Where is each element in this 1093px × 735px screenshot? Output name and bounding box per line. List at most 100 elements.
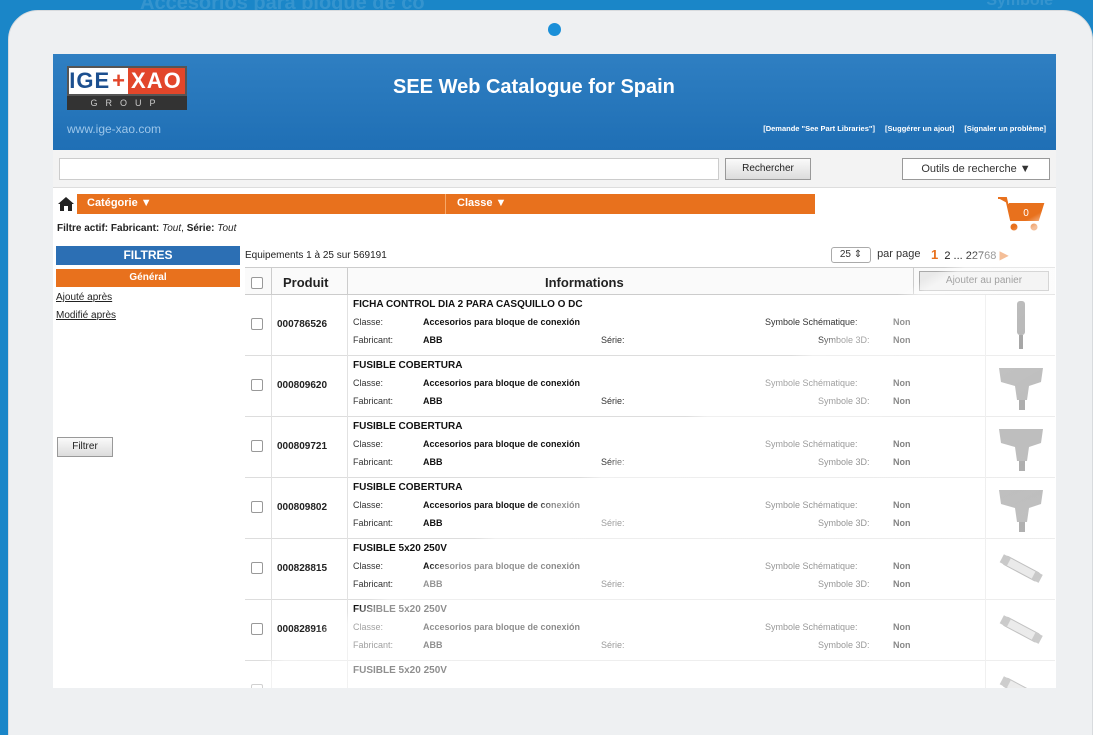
fabricant-label: Fabricant:	[353, 457, 394, 467]
classe-label: Classe:	[353, 500, 384, 510]
product-code[interactable]: 000828815	[277, 563, 327, 574]
per-page-label: par page	[877, 248, 921, 260]
filter-modified-after[interactable]: Modifié après	[56, 310, 116, 321]
filter-button[interactable]: Filtrer	[57, 437, 113, 457]
table-row[interactable]: 000809721 FUSIBLE COBERTURA Classe: Accesor…	[245, 417, 1055, 478]
product-name[interactable]: FUSIBLE 5x20 250V	[353, 604, 447, 615]
row-separator	[347, 478, 348, 539]
fuse-icon[interactable]	[993, 543, 1049, 595]
row-checkbox[interactable]	[251, 623, 263, 635]
select-all-checkbox[interactable]	[251, 277, 263, 289]
fabricant-label: Fabricant:	[353, 640, 394, 650]
product-code[interactable]: 000809620	[277, 380, 327, 391]
filter-added-after[interactable]: Ajouté après	[56, 292, 112, 303]
serie-filter-value: Tout	[217, 223, 237, 234]
row-checkbox[interactable]	[251, 501, 263, 513]
header-links: [Demande "See Part Libraries"] [Suggérer…	[755, 124, 1046, 133]
class-dropdown[interactable]: Classe ▼	[457, 197, 506, 209]
page-2[interactable]: 2	[944, 250, 950, 262]
cart-icon[interactable]: 0	[996, 194, 1046, 234]
table-row[interactable]: 000786526 FICHA CONTROL DIA 2 PARA CASQUI…	[245, 295, 1055, 356]
row-separator	[271, 661, 272, 688]
table-row[interactable]: 000828815 FUSIBLE 5x20 250V Classe: Accesor…	[245, 539, 1055, 600]
serie-label: Série:	[601, 396, 625, 406]
row-separator	[271, 478, 272, 539]
row-separator	[271, 295, 272, 356]
link-suggest-addition[interactable]: [Suggérer un ajout]	[885, 124, 954, 133]
active-filter: Filtre actif: Fabricant: Tout, Série: To…	[57, 223, 237, 234]
serie-label: Série:	[601, 335, 625, 345]
row-separator	[271, 539, 272, 600]
link-request-libraries[interactable]: [Demande "See Part Libraries"]	[763, 124, 875, 133]
product-name[interactable]: FUSIBLE 5x20 250V	[353, 543, 447, 554]
page-last[interactable]: 22768	[966, 250, 997, 262]
table-row[interactable]: 000809802 FUSIBLE COBERTURA Classe: Accesor…	[245, 478, 1055, 539]
background-text-right: Symbole	[986, 0, 1053, 9]
results-count: Equipements 1 à 25 sur 569191	[245, 250, 387, 261]
search-tools-dropdown[interactable]: Outils de recherche ▼	[902, 158, 1050, 180]
table-row[interactable]: FUSIBLE 5x20 250V	[245, 661, 1055, 688]
row-checkbox[interactable]	[251, 440, 263, 452]
schematic-symbol-label: Symbole Schématique:	[765, 439, 858, 449]
row-separator	[271, 356, 272, 417]
pin-icon[interactable]	[993, 299, 1049, 351]
row-separator	[347, 295, 348, 356]
cover-icon[interactable]	[993, 482, 1049, 534]
row-checkbox[interactable]	[251, 684, 263, 688]
add-to-cart-button[interactable]: Ajouter au panier	[919, 271, 1049, 291]
classe-value: Accesorios para bloque de conexión	[423, 622, 581, 632]
row-separator	[985, 478, 986, 539]
product-name[interactable]: FICHA CONTROL DIA 2 PARA CASQUILLO O DC	[353, 299, 583, 310]
pagination: 1 2 ... 22768 ▶	[931, 247, 1009, 262]
classe-label: Classe:	[353, 439, 384, 449]
fuse-icon[interactable]	[993, 604, 1049, 656]
next-page-arrow-icon[interactable]: ▶	[999, 248, 1008, 262]
symbol-3d-value: Non	[893, 335, 911, 345]
cover-icon[interactable]	[993, 421, 1049, 473]
product-code[interactable]: 000809802	[277, 502, 327, 513]
row-checkbox[interactable]	[251, 562, 263, 574]
product-code[interactable]: 000809721	[277, 441, 327, 452]
page-1[interactable]: 1	[931, 247, 938, 262]
product-code[interactable]: 000786526	[277, 319, 327, 330]
classe-value: Accesorios para bloque de conexión	[423, 500, 581, 510]
row-checkbox[interactable]	[251, 318, 263, 330]
table-body: 000786526 FICHA CONTROL DIA 2 PARA CASQUI…	[245, 295, 1055, 688]
site-url[interactable]: www.ige-xao.com	[67, 122, 161, 136]
search-input[interactable]	[59, 158, 719, 180]
link-report-problem[interactable]: [Signaler un problème]	[964, 124, 1046, 133]
table-row[interactable]: 000809620 FUSIBLE COBERTURA Classe: Accesor…	[245, 356, 1055, 417]
product-name[interactable]: FUSIBLE COBERTURA	[353, 360, 462, 371]
home-icon[interactable]	[57, 196, 75, 212]
screen: IGE + XAO GROUP www.ige-xao.com SEE Web …	[53, 54, 1056, 688]
per-page-select[interactable]: 25 ⇕	[831, 247, 871, 263]
classe-value: Accesorios para bloque de conexión	[423, 378, 581, 388]
table-row[interactable]: 000828916 FUSIBLE 5x20 250V Classe: Accesor…	[245, 600, 1055, 661]
serie-label: Série:	[601, 518, 625, 528]
ige-xao-logo[interactable]: IGE + XAO GROUP	[67, 66, 187, 116]
schematic-symbol-label: Symbole Schématique:	[765, 622, 858, 632]
product-code[interactable]: 000828916	[277, 624, 327, 635]
row-separator	[985, 356, 986, 417]
logo-text-ige: IGE	[69, 68, 111, 93]
column-informations: Informations	[545, 275, 624, 290]
fabricant-value: ABB	[423, 518, 443, 528]
cover-icon[interactable]	[993, 360, 1049, 412]
product-name[interactable]: FUSIBLE 5x20 250V	[353, 665, 447, 676]
product-name[interactable]: FUSIBLE COBERTURA	[353, 421, 462, 432]
classe-label: Classe:	[353, 317, 384, 327]
schematic-symbol-value: Non	[893, 500, 911, 510]
symbol-3d-value: Non	[893, 518, 911, 528]
logo-plus-icon: +	[112, 68, 127, 93]
row-checkbox[interactable]	[251, 379, 263, 391]
schematic-symbol-value: Non	[893, 439, 911, 449]
product-name[interactable]: FUSIBLE COBERTURA	[353, 482, 462, 493]
serie-label: Série:	[601, 457, 625, 467]
classe-value: Accesorios para bloque de conexión	[423, 439, 581, 449]
fuse-icon[interactable]	[993, 665, 1049, 688]
fabricant-label: Fabricant:	[353, 396, 394, 406]
category-dropdown[interactable]: Catégorie ▼	[87, 197, 152, 209]
search-button[interactable]: Rechercher	[725, 158, 811, 180]
general-section-header[interactable]: Général	[56, 269, 240, 287]
fabricant-value: ABB	[423, 640, 443, 650]
